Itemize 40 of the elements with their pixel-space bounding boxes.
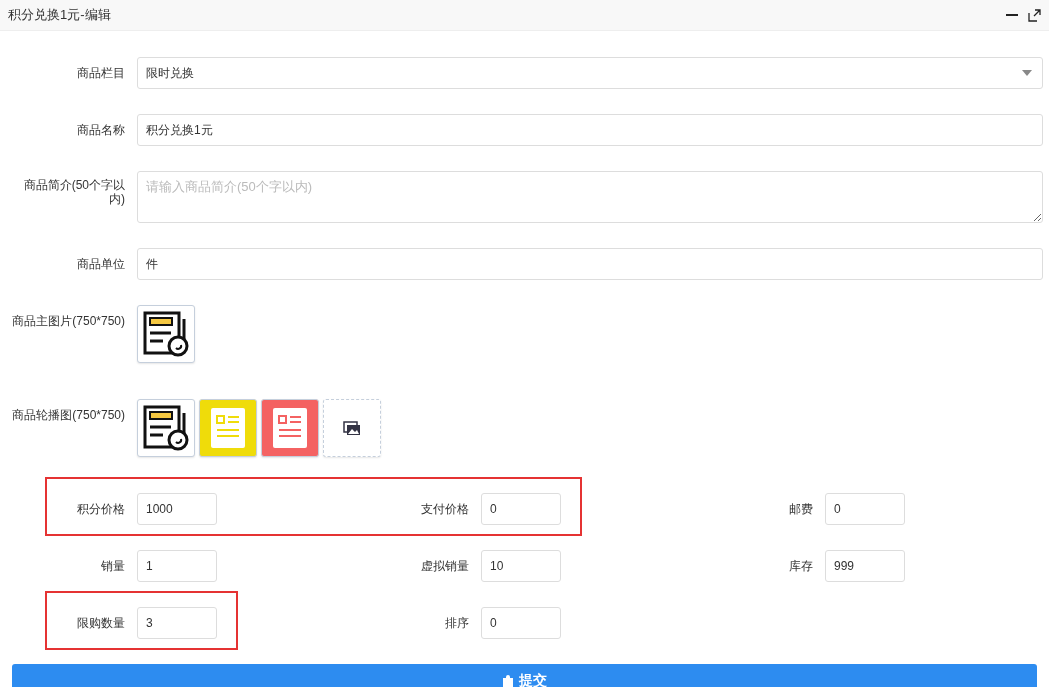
field-label: 排序 xyxy=(444,615,469,630)
number-field[interactable]: 1000 xyxy=(137,493,217,525)
textarea-field[interactable]: 请输入商品简介(50个字以内) xyxy=(137,171,1043,223)
field-label: 商品栏目 xyxy=(76,65,125,80)
field-label: 商品简介(50个字以内) xyxy=(22,177,125,206)
add-image-button[interactable] xyxy=(323,399,381,457)
number-field[interactable]: 10 xyxy=(481,550,561,582)
field-label: 库存 xyxy=(788,558,813,573)
number-field[interactable]: 0 xyxy=(825,493,905,525)
document-clock-icon xyxy=(143,311,189,357)
window-title: 积分兑换1元-编辑 xyxy=(8,6,111,24)
field-label: 商品名称 xyxy=(76,122,125,137)
number-field[interactable]: 0 xyxy=(481,493,561,525)
number-field[interactable]: 1 xyxy=(137,550,217,582)
field-label: 商品主图片(750*750) xyxy=(12,313,125,328)
field-label: 虚拟销量 xyxy=(420,558,469,573)
bag-icon xyxy=(502,675,513,687)
document-clock-icon xyxy=(143,405,189,451)
image-thumbnail[interactable] xyxy=(261,399,319,457)
field-label: 销量 xyxy=(100,558,125,573)
field-label: 商品单位 xyxy=(76,256,125,271)
select-field[interactable]: 限时兑换 xyxy=(137,57,1043,89)
text-field[interactable]: 积分兑换1元 xyxy=(137,114,1043,146)
number-field[interactable]: 999 xyxy=(825,550,905,582)
field-label: 积分价格 xyxy=(76,501,125,516)
document-icon xyxy=(211,408,245,448)
field-label: 邮费 xyxy=(788,501,813,516)
number-field[interactable]: 3 xyxy=(137,607,217,639)
number-field[interactable]: 0 xyxy=(481,607,561,639)
image-thumbnail[interactable] xyxy=(137,305,195,363)
image-thumbnail[interactable] xyxy=(137,399,195,457)
maximize-icon[interactable] xyxy=(1028,8,1041,22)
field-label: 商品轮播图(750*750) xyxy=(12,407,125,422)
field-label: 支付价格 xyxy=(420,501,469,516)
caret-icon xyxy=(1022,70,1032,76)
document-icon xyxy=(273,408,307,448)
image-icon xyxy=(343,420,361,436)
text-field[interactable]: 件 xyxy=(137,248,1043,280)
image-thumbnail[interactable] xyxy=(199,399,257,457)
field-label: 限购数量 xyxy=(76,615,125,630)
